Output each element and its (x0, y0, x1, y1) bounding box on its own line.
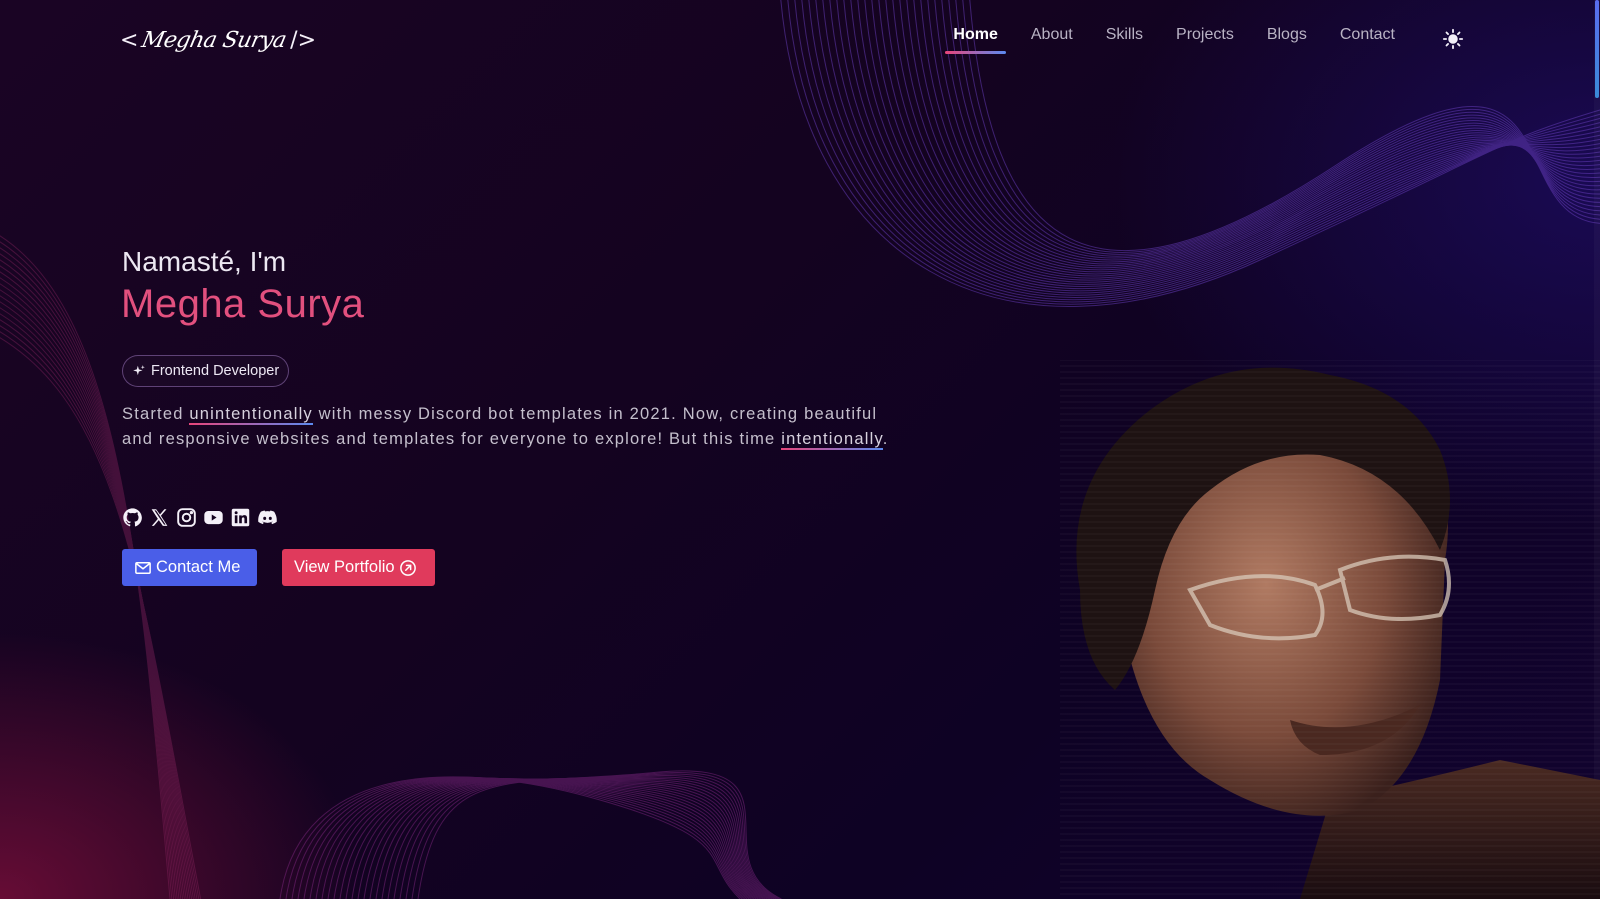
nav-link-contact[interactable]: Contact (1340, 26, 1395, 54)
nav-link-about[interactable]: About (1031, 26, 1073, 54)
bio-link-unintentionally[interactable]: unintentionally (189, 405, 313, 425)
profile-portrait (1060, 360, 1600, 899)
github-icon[interactable] (122, 507, 143, 528)
x-icon[interactable] (149, 507, 170, 528)
nav-link-projects[interactable]: Projects (1176, 26, 1234, 54)
nav-link-home[interactable]: Home (945, 26, 1007, 54)
logo-bracket-open: < (120, 27, 139, 53)
hero-bio: Started unintentionally with messy Disco… (122, 402, 892, 452)
view-portfolio-button[interactable]: View Portfolio (282, 549, 435, 586)
view-portfolio-label: View Portfolio (294, 558, 395, 576)
sun-icon[interactable] (1442, 28, 1464, 50)
contact-me-label: Contact Me (156, 558, 241, 576)
mail-icon (135, 561, 151, 574)
navbar: < Megha Surya /> Home About Skills Proje… (0, 0, 1600, 80)
nav-link-blogs[interactable]: Blogs (1267, 26, 1307, 54)
youtube-icon[interactable] (203, 507, 224, 528)
bio-text-1: Started (122, 405, 190, 423)
hero-name: Megha Surya (121, 282, 365, 326)
bio-text-3: . (882, 430, 889, 448)
role-badge: Frontend Developer (122, 355, 290, 387)
logo-bracket-close: /> (290, 27, 317, 53)
role-badge-label: Frontend Developer (151, 363, 280, 379)
contact-me-button[interactable]: Contact Me (122, 549, 257, 586)
nav-link-skills[interactable]: Skills (1106, 26, 1143, 54)
site-logo[interactable]: < Megha Surya /> (120, 20, 316, 60)
arrow-up-right-circle-icon (399, 559, 416, 576)
sparkles-icon (133, 365, 145, 376)
hero-greeting: Namasté, I'm (122, 246, 287, 277)
bio-link-intentionally[interactable]: intentionally (781, 430, 883, 450)
discord-icon[interactable] (257, 507, 278, 528)
logo-signature: Megha Surya (139, 27, 289, 53)
social-links (122, 507, 278, 528)
nav-links: Home About Skills Projects Blogs Contact (945, 26, 1395, 54)
instagram-icon[interactable] (176, 507, 197, 528)
linkedin-icon[interactable] (230, 507, 251, 528)
